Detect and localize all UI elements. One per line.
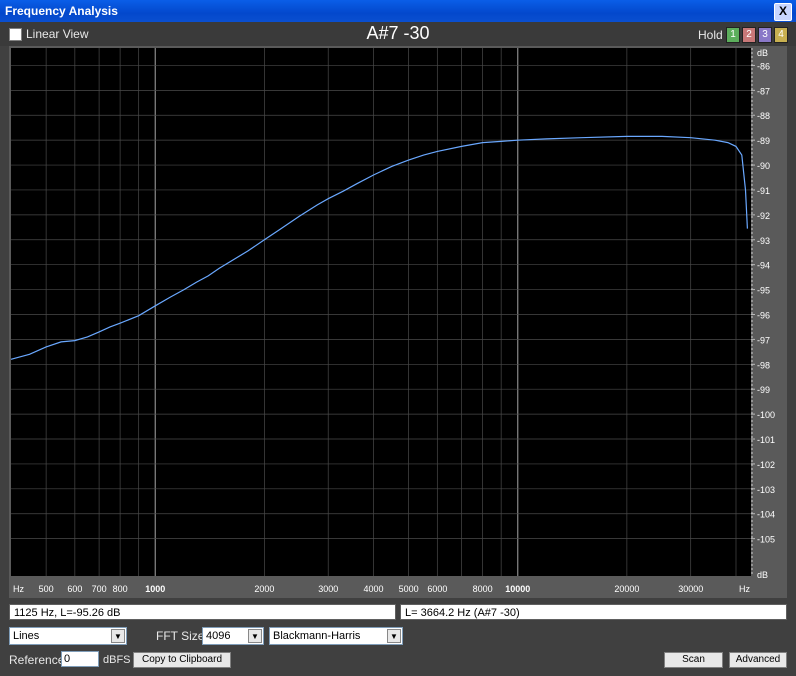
plot-area [11, 48, 751, 576]
top-toolbar: Linear View A#7 -30 Hold 1 2 3 4 [0, 22, 796, 46]
window-function-value: Blackmann-Harris [273, 630, 361, 642]
y-tick-label: -100 [757, 410, 775, 420]
display-mode-select[interactable]: Lines ▼ [9, 627, 127, 645]
copy-to-clipboard-button[interactable]: Copy to Clipboard [133, 652, 231, 668]
x-tick-label: 3000 [318, 584, 338, 594]
display-mode-value: Lines [13, 630, 40, 642]
fft-size-value: 4096 [206, 630, 231, 642]
hold-label: Hold [698, 28, 723, 42]
title-bar: Frequency Analysis X [0, 0, 796, 22]
x-tick-label: 5000 [399, 584, 419, 594]
window-function-select[interactable]: Blackmann-Harris ▼ [269, 627, 403, 645]
y-tick-label: -93 [757, 236, 770, 246]
close-button[interactable]: X [774, 3, 792, 21]
advanced-button[interactable]: Advanced [729, 652, 787, 668]
reference-input[interactable]: 0 [61, 651, 99, 667]
y-tick-label: -90 [757, 161, 770, 171]
x-tick-label: 800 [113, 584, 128, 594]
x-tick-label: 2000 [254, 584, 274, 594]
reference-label: Reference [9, 653, 65, 667]
y-tick-label: -94 [757, 261, 770, 271]
y-tick-label: -92 [757, 211, 770, 221]
y-tick-label: -86 [757, 61, 770, 71]
x-tick-label: 30000 [678, 584, 703, 594]
y-tick-label: -103 [757, 485, 775, 495]
reference-unit: dBFS [103, 654, 131, 666]
x-tick-label: 8000 [473, 584, 493, 594]
y-tick-label: -101 [757, 435, 775, 445]
status-left: 1125 Hz, L=-95.26 dB [9, 604, 396, 620]
y-tick-label: -97 [757, 335, 770, 345]
y-unit-label-bottom: dB [757, 570, 768, 580]
x-tick-label: 10000 [505, 584, 530, 594]
hold-button-2[interactable]: 2 [742, 27, 756, 43]
scan-button[interactable]: Scan [664, 652, 723, 668]
y-tick-label: -99 [757, 385, 770, 395]
spectrum-svg[interactable]: -86 -87 -88 -89 -90 -91 -92 -93 -94 -95 -96 -97 -98 -… [9, 46, 787, 598]
fft-size-label: FFT Size [156, 629, 205, 643]
status-right: L= 3664.2 Hz (A#7 -30) [400, 604, 787, 620]
y-tick-label: -102 [757, 460, 775, 470]
y-tick-label: -88 [757, 111, 770, 121]
y-tick-label: -104 [757, 510, 775, 520]
y-unit-label-top: dB [757, 48, 768, 58]
fft-size-select[interactable]: 4096 ▼ [202, 627, 264, 645]
x-tick-label: 1000 [145, 584, 165, 594]
y-tick-label: -98 [757, 360, 770, 370]
chevron-down-icon: ▼ [111, 629, 125, 643]
x-tick-label: 600 [67, 584, 82, 594]
x-tick-label: 500 [39, 584, 54, 594]
y-tick-label: -87 [757, 86, 770, 96]
spectrum-chart[interactable]: -86 -87 -88 -89 -90 -91 -92 -93 -94 -95 -96 -97 -98 -… [9, 46, 787, 598]
y-tick-label: -89 [757, 136, 770, 146]
x-tick-label: 700 [92, 584, 107, 594]
y-tick-label: -91 [757, 186, 770, 196]
x-tick-label: 20000 [614, 584, 639, 594]
x-tick-label: 6000 [427, 584, 447, 594]
chevron-down-icon: ▼ [248, 629, 262, 643]
hold-button-1[interactable]: 1 [726, 27, 740, 43]
y-tick-label: -105 [757, 535, 775, 545]
y-tick-label: -96 [757, 310, 770, 320]
hold-button-4[interactable]: 4 [774, 27, 788, 43]
chart-heading: A#7 -30 [366, 23, 430, 43]
y-tick-label: -95 [757, 286, 770, 296]
chevron-down-icon: ▼ [387, 629, 401, 643]
x-tick-label: 4000 [363, 584, 383, 594]
x-unit-label-left: Hz [13, 584, 24, 594]
x-unit-label-right: Hz [739, 584, 750, 594]
hold-button-3[interactable]: 3 [758, 27, 772, 43]
window-title: Frequency Analysis [5, 4, 118, 18]
